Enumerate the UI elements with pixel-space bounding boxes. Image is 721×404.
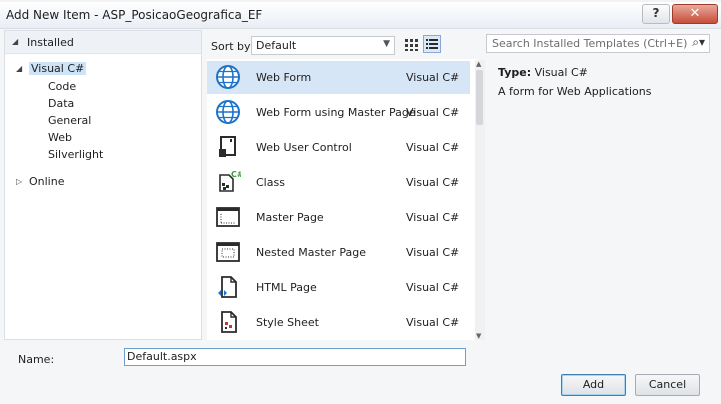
type-label: Type: (498, 66, 532, 79)
template-name: Web Form (256, 71, 312, 84)
svg-text:C#: C# (231, 170, 241, 179)
globe-icon (216, 65, 240, 89)
help-icon: ? (652, 6, 660, 20)
template-row-web-user-control[interactable]: Web User Control Visual C# (207, 131, 470, 164)
scrollbar-thumb[interactable] (476, 70, 483, 125)
template-name: Web User Control (256, 141, 352, 154)
template-description: A form for Web Applications (498, 85, 652, 98)
user-control-icon (219, 136, 236, 157)
template-language: Visual C# (406, 71, 460, 84)
close-icon: ✕ (689, 6, 701, 21)
template-language: Visual C# (406, 316, 460, 329)
sort-by-value: Default (256, 39, 297, 52)
tree-header[interactable]: ◢ Installed (5, 31, 201, 54)
tree-header-installed: Installed (27, 36, 74, 49)
template-name: Web Form using Master Page (256, 106, 416, 119)
template-name: Style Sheet (256, 316, 319, 329)
list-view-button[interactable] (423, 35, 441, 53)
tree-node-visual-csharp[interactable]: Visual C# (29, 62, 87, 75)
template-list-scrollbar[interactable]: ▲ ▼ (475, 60, 485, 340)
collapsed-triangle-icon[interactable]: ▷ (16, 177, 22, 186)
template-details: Type: Visual C# A form for Web Applicati… (498, 66, 713, 98)
type-value: Visual C# (534, 66, 588, 79)
template-name: Class (256, 176, 285, 189)
globe-icon (216, 100, 240, 124)
template-language: Visual C# (406, 211, 460, 224)
template-language: Visual C# (406, 281, 460, 294)
template-toolbar: Sort by: Default ▼ (206, 30, 474, 56)
sort-by-label: Sort by: (211, 40, 254, 53)
help-button[interactable]: ? (642, 4, 670, 24)
title-bar[interactable]: Add New Item - ASP_PosicaoGeografica_EF … (0, 2, 721, 29)
template-row-master-page[interactable]: Master Page Visual C# (207, 201, 470, 234)
tree-node-general[interactable]: General (48, 114, 91, 127)
master-page-icon (216, 207, 240, 227)
add-button[interactable]: Add (561, 374, 626, 396)
style-sheet-icon (221, 311, 237, 333)
template-language: Visual C# (406, 176, 460, 189)
scroll-down-icon[interactable]: ▼ (476, 332, 481, 340)
expand-triangle-icon[interactable]: ◢ (16, 64, 22, 73)
template-row-html-page[interactable]: HTML Page Visual C# (207, 271, 470, 304)
search-placeholder: Search Installed Templates (Ctrl+E) (492, 37, 688, 50)
cancel-button[interactable]: Cancel (635, 374, 700, 396)
collapse-triangle-icon[interactable]: ◢ (12, 37, 18, 46)
template-name: Nested Master Page (256, 246, 366, 259)
list-view-icon (426, 39, 438, 49)
dialog-title: Add New Item - ASP_PosicaoGeografica_EF (6, 8, 263, 22)
sort-by-select[interactable]: Default ▼ (251, 36, 395, 55)
tree-node-web[interactable]: Web (48, 131, 72, 144)
template-language: Visual C# (406, 106, 460, 119)
tree-node-code[interactable]: Code (48, 80, 76, 93)
html-page-icon (218, 276, 237, 298)
grid-view-icon (405, 39, 418, 51)
template-row-style-sheet[interactable]: Style Sheet Visual C# (207, 306, 470, 339)
search-templates-input[interactable]: Search Installed Templates (Ctrl+E) ⌕▾ (486, 34, 710, 53)
chevron-down-icon: ▼ (383, 39, 390, 49)
search-icon[interactable]: ⌕▾ (692, 35, 705, 50)
category-tree: ◢ Installed ◢ Visual C# Code Data Genera… (4, 30, 202, 340)
template-language: Visual C# (406, 246, 460, 259)
tree-node-data[interactable]: Data (48, 97, 74, 110)
scroll-up-icon[interactable]: ▲ (476, 60, 481, 68)
template-row-web-form[interactable]: Web Form Visual C# (207, 61, 470, 94)
template-name: HTML Page (256, 281, 317, 294)
name-input-value: Default.aspx (127, 350, 197, 363)
tree-node-silverlight[interactable]: Silverlight (48, 148, 103, 161)
tree-node-online[interactable]: Online (29, 175, 64, 188)
close-button[interactable]: ✕ (672, 4, 718, 24)
template-row-nested-master-page[interactable]: Nested Master Page Visual C# (207, 236, 470, 269)
template-language: Visual C# (406, 141, 460, 154)
template-row-web-form-master-page[interactable]: Web Form using Master Page Visual C# (207, 96, 470, 129)
nested-master-page-icon (216, 242, 240, 262)
template-row-class[interactable]: C# Class Visual C# (207, 166, 470, 199)
name-input[interactable]: Default.aspx (124, 348, 466, 366)
template-name: Master Page (256, 211, 324, 224)
class-icon: C# (219, 170, 241, 192)
template-type: Type: Visual C# (498, 66, 713, 79)
template-list: Web Form Visual C# Web Form using Master… (207, 59, 478, 340)
name-label: Name: (18, 353, 55, 366)
medium-icons-view-button[interactable] (402, 35, 420, 53)
add-new-item-dialog: ◢ Installed ◢ Visual C# Code Data Genera… (0, 29, 721, 404)
